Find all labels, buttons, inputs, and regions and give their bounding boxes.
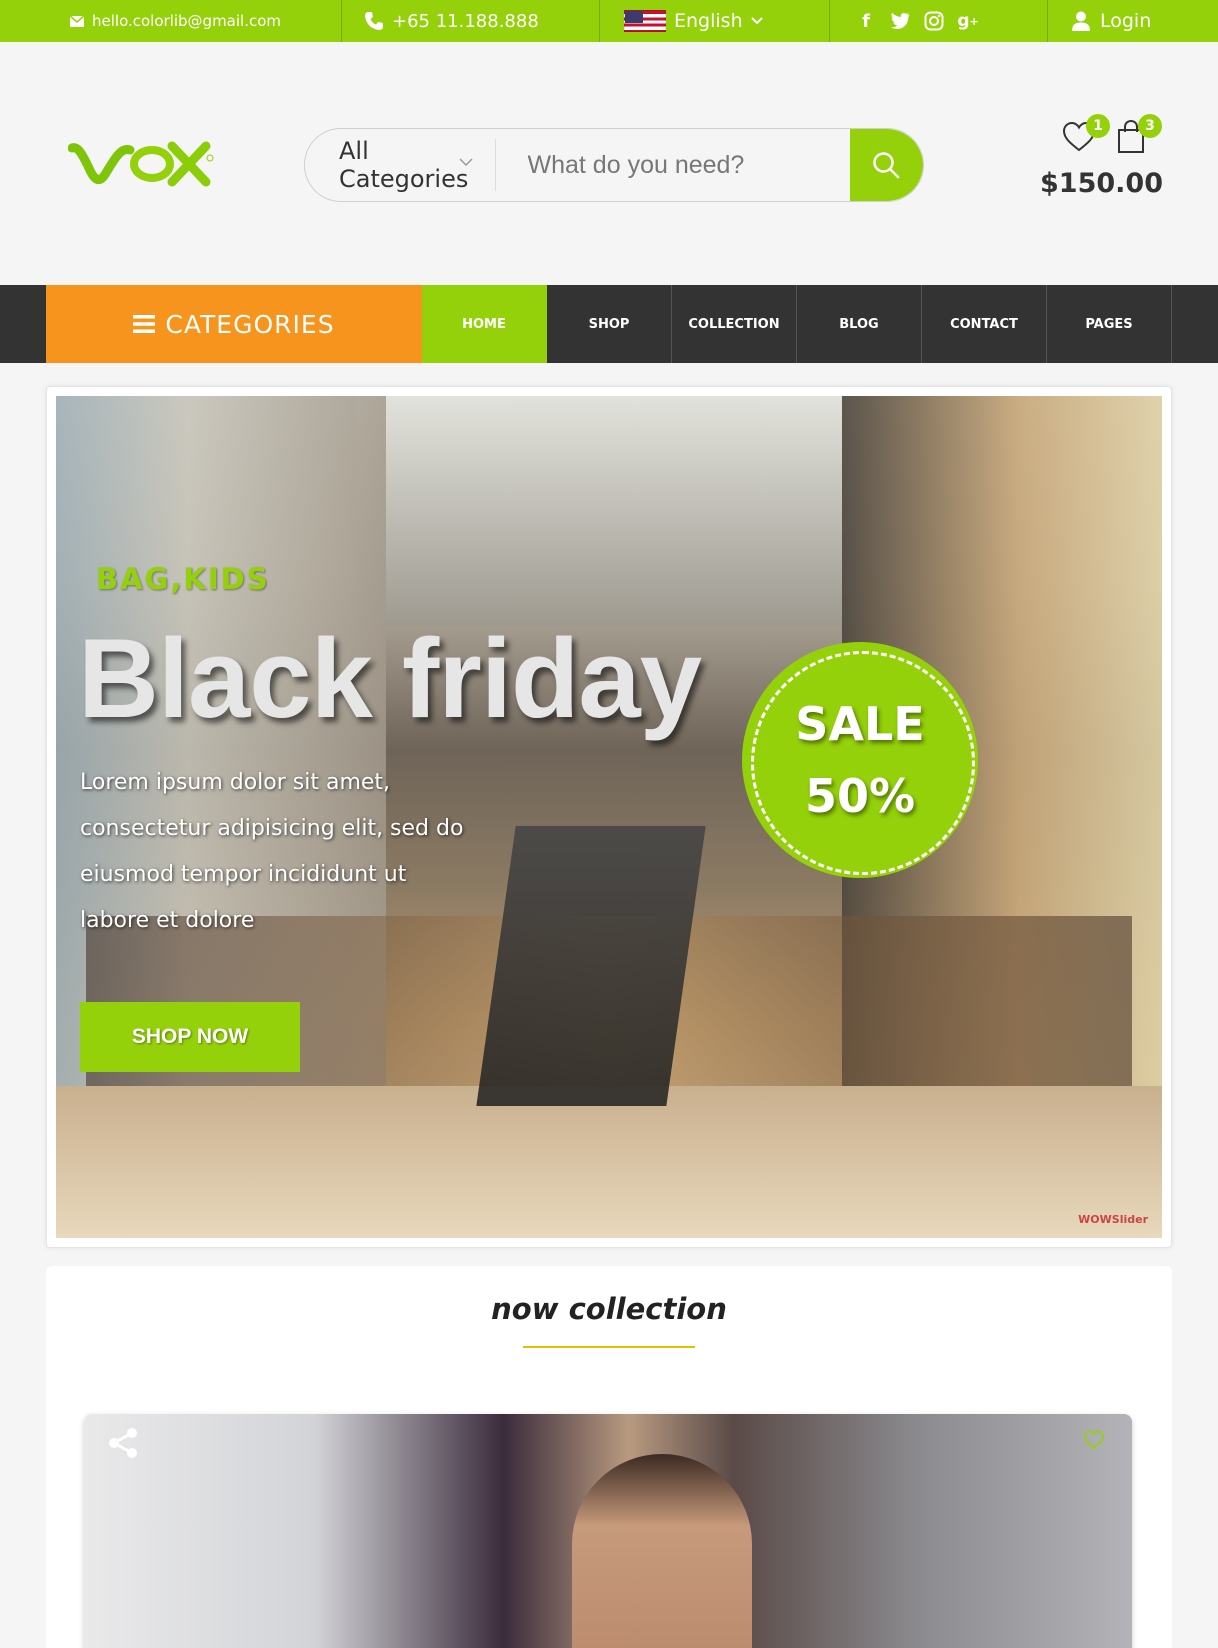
login-link[interactable]: Login: [1048, 0, 1218, 42]
product-card[interactable]: [84, 1414, 1132, 1648]
wishlist-button[interactable]: 1: [1062, 114, 1110, 154]
email-text: hello.colorlib@gmail.com: [92, 12, 282, 30]
phone-link[interactable]: +65 11.188.888: [342, 0, 600, 42]
cart-total[interactable]: $150.00: [1040, 168, 1163, 199]
search-bar: All Categories: [304, 128, 924, 202]
google-plus-icon[interactable]: g +: [957, 11, 978, 31]
main-navigation: CATEGORIES HOME SHOP COLLECTION BLOG CON…: [0, 285, 1218, 363]
mall-ceiling-image: [356, 396, 856, 626]
share-icon[interactable]: [106, 1426, 140, 1460]
facebook-icon[interactable]: f: [856, 11, 876, 32]
phone-text: +65 11.188.888: [392, 10, 539, 32]
hamburger-icon: [133, 315, 156, 333]
product-photo: [572, 1454, 752, 1648]
social-links: f g +: [830, 0, 1048, 42]
cart-count-badge: 3: [1138, 114, 1162, 138]
login-label: Login: [1100, 10, 1152, 32]
envelope-icon: [70, 15, 84, 27]
language-selector[interactable]: English: [600, 0, 830, 42]
collection-section: now collection: [46, 1266, 1172, 1648]
nav-item-home[interactable]: HOME: [422, 285, 547, 363]
collection-title: now collection: [491, 1292, 727, 1326]
nav-item-blog[interactable]: BLOG: [797, 285, 922, 363]
cart-button[interactable]: 3: [1116, 114, 1162, 154]
search-input[interactable]: [495, 129, 850, 201]
email-link[interactable]: hello.colorlib@gmail.com: [0, 0, 342, 42]
sale-badge: SALE 50%: [742, 642, 978, 878]
slider-watermark: WOWSlider: [1078, 1213, 1148, 1226]
chevron-down-icon: [750, 17, 763, 25]
instagram-icon[interactable]: [924, 11, 944, 31]
language-label: English: [674, 10, 743, 32]
sale-badge-percent: 50%: [804, 769, 916, 823]
vox-logo[interactable]: [68, 136, 216, 196]
hero-slider: BAG,KIDS Black friday Lorem ipsum dolor …: [46, 386, 1172, 1248]
hero-slide[interactable]: BAG,KIDS Black friday Lorem ipsum dolor …: [56, 396, 1162, 1238]
sale-badge-label: SALE: [795, 697, 925, 751]
us-flag-icon: [624, 10, 666, 32]
search-icon: [873, 152, 900, 179]
nav-items: HOME SHOP COLLECTION BLOG CONTACT PAGES: [422, 285, 1172, 363]
nav-item-collection[interactable]: COLLECTION: [672, 285, 797, 363]
categories-menu-button[interactable]: CATEGORIES: [46, 285, 422, 363]
nav-item-shop[interactable]: SHOP: [547, 285, 672, 363]
slide-tag: BAG,KIDS: [96, 562, 270, 596]
search-button[interactable]: [849, 129, 923, 201]
top-bar: hello.colorlib@gmail.com +65 11.188.888 …: [0, 0, 1218, 42]
wishlist-count-badge: 1: [1086, 114, 1110, 138]
nav-item-contact[interactable]: CONTACT: [922, 285, 1047, 363]
category-select[interactable]: All Categories: [305, 129, 495, 201]
collection-title-underline: [523, 1346, 695, 1348]
slide-description: Lorem ipsum dolor sit amet, consectetur …: [80, 770, 464, 933]
escalator-image: [476, 826, 706, 1106]
user-icon: [1072, 11, 1090, 31]
twitter-icon[interactable]: [890, 11, 910, 31]
mall-floor-image: [56, 1086, 1162, 1238]
shop-now-button[interactable]: SHOP NOW: [80, 1002, 300, 1072]
phone-icon: [365, 12, 383, 30]
slide-title: Black friday: [78, 616, 702, 741]
categories-label: CATEGORIES: [165, 309, 335, 339]
chevron-down-icon: [459, 158, 473, 167]
nav-item-pages[interactable]: PAGES: [1047, 285, 1172, 363]
heart-icon[interactable]: [1084, 1430, 1104, 1450]
